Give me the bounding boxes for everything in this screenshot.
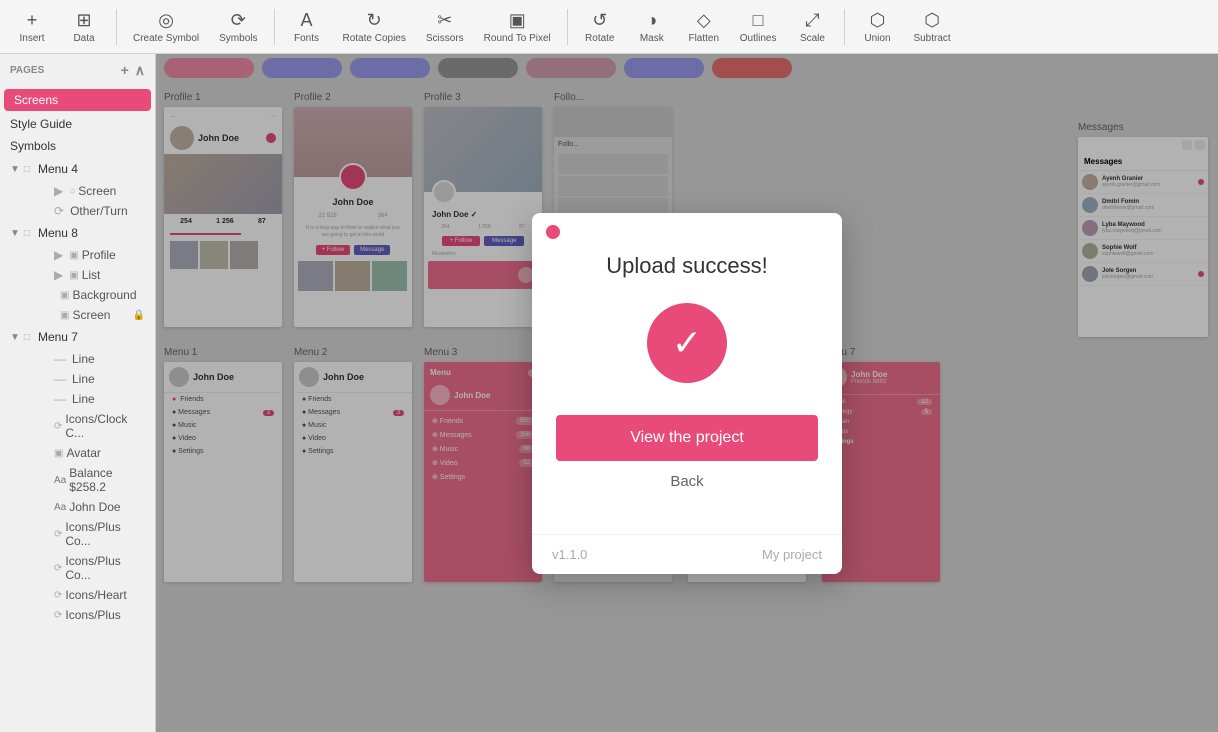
- flatten-icon: ◇: [697, 10, 711, 31]
- sidebar-item-symbols[interactable]: Symbols: [0, 135, 155, 157]
- divider-3: [567, 9, 568, 45]
- project-label: My project: [762, 547, 822, 562]
- toolbar: + Insert ⊞ Data ◎ Create Symbol ⟳ Symbol…: [0, 0, 1218, 54]
- page-icon-3: □: [24, 332, 30, 343]
- scale-button[interactable]: ⤢ Scale: [788, 6, 836, 48]
- union-icon: ⬡: [870, 10, 886, 31]
- divider-4: [844, 9, 845, 45]
- create-symbol-button[interactable]: ◎ Create Symbol: [125, 6, 207, 48]
- symbols-icon: ⟳: [231, 10, 246, 31]
- lock-icon: 🔒: [133, 310, 145, 321]
- modal-title: Upload success!: [556, 253, 818, 279]
- sidebar-item-other-turn[interactable]: ⟳ Other/Turn: [18, 201, 155, 221]
- sidebar-item-icons-plus-co1[interactable]: ⟳ Icons/Plus Co...: [18, 517, 155, 551]
- sidebar-item-style-guide[interactable]: Style Guide: [0, 113, 155, 135]
- sidebar-item-icons-plus-co2[interactable]: ⟳ Icons/Plus Co...: [18, 551, 155, 585]
- subtract-button[interactable]: ⬡ Subtract: [905, 6, 958, 48]
- fonts-button[interactable]: A Fonts: [283, 6, 331, 48]
- sidebar-item-line1[interactable]: — Line: [18, 349, 155, 369]
- sidebar-group-menu8[interactable]: ▼ □ Menu 8: [0, 221, 155, 245]
- add-page-button[interactable]: +: [121, 62, 129, 79]
- create-symbol-icon: ◎: [158, 10, 174, 31]
- outlines-icon: □: [753, 10, 764, 31]
- rotate-copies-button[interactable]: ↻ Rotate Copies: [335, 6, 414, 48]
- union-button[interactable]: ⬡ Union: [853, 6, 901, 48]
- sidebar-item-icons-clock[interactable]: ⟳ Icons/Clock C...: [18, 409, 155, 443]
- sidebar-item-balance[interactable]: Aa Balance $258.2: [18, 463, 155, 497]
- pages-header: PAGES + ∧: [0, 54, 155, 87]
- rotate-button[interactable]: ↺ Rotate: [576, 6, 624, 48]
- sidebar-item-john-doe[interactable]: Aa John Doe: [18, 497, 155, 517]
- round-to-pixel-button[interactable]: ▣ Round To Pixel: [476, 6, 559, 48]
- sidebar-item-avatar[interactable]: ▣ Avatar: [18, 443, 155, 463]
- main-layout: PAGES + ∧ Screens Style Guide Symbols ▼ …: [0, 54, 1218, 732]
- insert-icon: +: [27, 10, 38, 31]
- sidebar-item-line2[interactable]: — Line: [18, 369, 155, 389]
- check-icon: ✓: [672, 322, 702, 364]
- modal-check-circle: ✓: [647, 303, 727, 383]
- flatten-button[interactable]: ◇ Flatten: [680, 6, 728, 48]
- subtract-icon: ⬡: [924, 10, 940, 31]
- rotate-icon: ↺: [592, 10, 607, 31]
- mask-icon: ◑: [646, 10, 657, 31]
- divider-1: [116, 9, 117, 45]
- data-icon: ⊞: [76, 10, 91, 31]
- modal-dialog: Upload success! ✓ View the project Back …: [532, 213, 842, 574]
- component-icon: ⟳: [54, 204, 64, 218]
- page-icon-2: □: [24, 228, 30, 239]
- back-button[interactable]: Back: [670, 473, 703, 490]
- fonts-icon: A: [300, 10, 312, 31]
- data-button[interactable]: ⊞ Data: [60, 6, 108, 48]
- scale-icon: ⤢: [805, 10, 819, 31]
- sidebar-item-profile[interactable]: ▶ ▣ Profile: [18, 245, 155, 265]
- insert-button[interactable]: + Insert: [8, 6, 56, 48]
- sidebar-item-icons-heart[interactable]: ⟳ Icons/Heart: [18, 585, 155, 605]
- sidebar-item-list[interactable]: ▶ ▣ List: [18, 265, 155, 285]
- scissors-button[interactable]: ✂ Scissors: [418, 6, 472, 48]
- sidebar-group-menu4[interactable]: ▼ □ Menu 4: [0, 157, 155, 181]
- sidebar-item-screens[interactable]: Screens: [4, 89, 151, 111]
- sidebar: PAGES + ∧ Screens Style Guide Symbols ▼ …: [0, 54, 156, 732]
- menu7-label: Menu 7: [38, 330, 78, 344]
- view-project-button[interactable]: View the project: [556, 415, 818, 461]
- mask-button[interactable]: ◑ Mask: [628, 6, 676, 48]
- pages-actions: + ∧: [121, 62, 145, 79]
- round-to-pixel-icon: ▣: [509, 10, 526, 31]
- divider-2: [274, 9, 275, 45]
- sidebar-item-screen2[interactable]: ▣ Screen 🔒: [18, 305, 155, 325]
- dash-icon: ▶: [54, 184, 63, 198]
- sidebar-item-icons-plus[interactable]: ⟳ Icons/Plus: [18, 605, 155, 625]
- modal-body: Upload success! ✓ View the project Back: [532, 213, 842, 534]
- sidebar-item-screen[interactable]: ▶ ○ Screen: [18, 181, 155, 201]
- modal-footer: v1.1.0 My project: [532, 534, 842, 574]
- sidebar-item-line3[interactable]: — Line: [18, 389, 155, 409]
- menu8-label: Menu 8: [38, 226, 78, 240]
- modal-dot: [546, 225, 560, 239]
- version-label: v1.1.0: [552, 547, 587, 562]
- canvas-area[interactable]: Profile 1 ← ··· John Doe: [156, 54, 1218, 732]
- pages-label: PAGES: [10, 65, 44, 76]
- triangle-icon-3: ▼: [10, 332, 20, 343]
- scissors-icon: ✂: [437, 10, 452, 31]
- sidebar-group-menu7[interactable]: ▼ □ Menu 7: [0, 325, 155, 349]
- menu4-label: Menu 4: [38, 162, 78, 176]
- triangle-icon: ▼: [10, 164, 20, 175]
- triangle-icon-2: ▼: [10, 228, 20, 239]
- page-icon: □: [24, 164, 30, 175]
- rotate-copies-icon: ↻: [367, 10, 382, 31]
- outlines-button[interactable]: □ Outlines: [732, 6, 785, 48]
- symbols-button[interactable]: ⟳ Symbols: [211, 6, 265, 48]
- sidebar-item-background[interactable]: ▣ Background: [18, 285, 155, 305]
- collapse-pages-button[interactable]: ∧: [135, 62, 145, 79]
- modal-overlay[interactable]: Upload success! ✓ View the project Back …: [156, 54, 1218, 732]
